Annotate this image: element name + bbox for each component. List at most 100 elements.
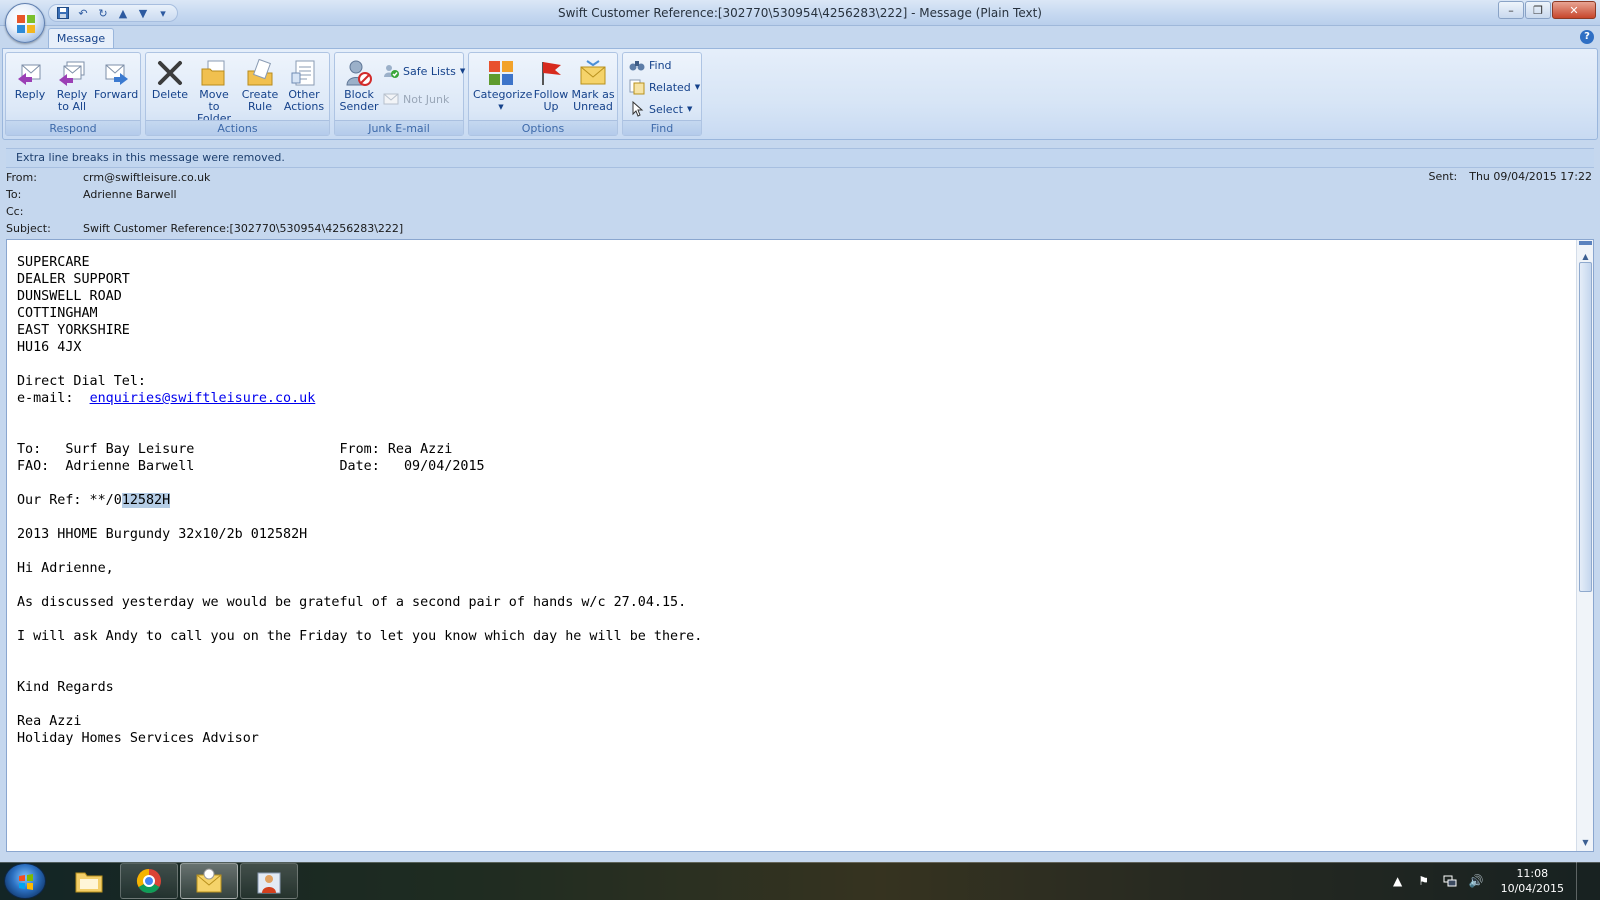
find-button[interactable]: Find [629, 55, 672, 75]
categorize-button[interactable]: Categorize ▼ [473, 57, 533, 119]
safe-lists-button[interactable]: Safe Lists ▼ [383, 61, 465, 81]
other-actions-icon [290, 59, 318, 87]
taskbar-explorer[interactable] [60, 863, 118, 899]
group-label-respond: Respond [6, 120, 140, 135]
chevron-down-icon: ▼ [686, 105, 693, 113]
ref-prefix: Our Ref: **/0 [17, 493, 122, 508]
show-desktop-button[interactable] [1576, 862, 1590, 900]
block-sender-label-2: Sender [339, 100, 379, 113]
select-button[interactable]: Select ▼ [629, 99, 692, 119]
clock-date: 10/04/2015 [1500, 882, 1564, 895]
follow-up-label-2: Up [543, 100, 559, 113]
address-line: HU16 4JX [17, 340, 82, 355]
window-controls: – ❐ ✕ [1498, 1, 1596, 19]
not-junk-button[interactable]: Not Junk [383, 89, 449, 109]
address-line: DUNSWELL ROAD [17, 289, 122, 304]
chrome-icon [134, 867, 164, 895]
taskbar-contacts[interactable] [240, 863, 298, 899]
move-to-folder-button[interactable]: Move to Folder [192, 57, 236, 125]
not-junk-icon [383, 91, 399, 107]
greeting: Hi Adrienne, [17, 561, 114, 576]
office-button[interactable] [5, 3, 45, 43]
move-to-folder-label-1: Move to [199, 88, 229, 113]
close-button[interactable]: ✕ [1552, 1, 1596, 19]
create-rule-button[interactable]: Create Rule [238, 57, 282, 119]
related-button[interactable]: Related ▼ [629, 77, 700, 97]
reply-icon [16, 59, 44, 87]
to-label: To: [6, 188, 22, 201]
group-find: Find Related ▼ Select ▼ Find [622, 52, 702, 136]
message-body[interactable]: SUPERCARE DEALER SUPPORT DUNSWELL ROAD C… [6, 239, 1594, 852]
volume-icon[interactable]: 🔊 [1469, 874, 1484, 888]
clock[interactable]: 11:08 10/04/2015 [1501, 866, 1564, 896]
block-sender-button[interactable]: Block Sender [337, 57, 381, 119]
taskbar-outlook[interactable] [180, 863, 238, 899]
email-label: e-mail: [17, 391, 90, 406]
related-icon [629, 79, 645, 95]
folder-icon [74, 867, 104, 895]
clock-time: 11:08 [1516, 867, 1549, 880]
group-options: Categorize ▼ Follow Up Mark as Unread Op… [468, 52, 618, 136]
mark-as-unread-button[interactable]: Mark as Unread [571, 57, 615, 119]
closing: Kind Regards [17, 680, 114, 695]
paragraph: As discussed yesterday we would be grate… [17, 595, 687, 610]
office-logo-icon [17, 15, 35, 33]
subject-value: Swift Customer Reference:[302770\530954\… [83, 222, 404, 235]
show-hidden-icon[interactable]: ▲ [1391, 874, 1405, 888]
help-icon[interactable]: ? [1580, 30, 1594, 44]
group-respond: Reply Reply to All Forward Respond [5, 52, 141, 136]
signature-title: Holiday Homes Services Advisor [17, 731, 259, 746]
outlook-icon [194, 867, 224, 895]
scroll-down-icon[interactable]: ▼ [1579, 836, 1592, 849]
reply-button[interactable]: Reply [8, 57, 52, 119]
scroll-thumb[interactable] [1579, 262, 1592, 592]
reply-all-label-2: to All [57, 100, 87, 113]
system-tray: ▲ ⚑ 🔊 11:08 10/04/2015 [1391, 862, 1600, 900]
email-link[interactable]: enquiries@swiftleisure.co.uk [90, 391, 316, 406]
direct-dial-line: Direct Dial Tel: [17, 374, 146, 389]
action-center-flag-icon[interactable]: ⚑ [1417, 874, 1431, 888]
fao-date-line: FAO: Adrienne Barwell Date: 09/04/2015 [17, 459, 485, 474]
delete-button[interactable]: Delete [148, 57, 192, 119]
forward-label: Forward [94, 88, 139, 101]
taskbar-chrome[interactable] [120, 863, 178, 899]
maximize-button[interactable]: ❐ [1525, 1, 1551, 19]
to-value[interactable]: Adrienne Barwell [83, 187, 177, 203]
reply-all-button[interactable]: Reply to All [50, 57, 94, 119]
address-line: COTTINGHAM [17, 306, 98, 321]
start-button[interactable] [4, 863, 46, 899]
safe-lists-icon [383, 63, 399, 79]
ribbon: Reply Reply to All Forward Respond Delet… [2, 48, 1598, 140]
group-junk-email: Block Sender Safe Lists ▼ Not Junk Junk … [334, 52, 465, 136]
other-actions-button[interactable]: Other Actions [282, 57, 326, 119]
group-actions: Delete Move to Folder Create Rule Other … [145, 52, 330, 136]
find-label: Find [649, 58, 672, 72]
info-bar[interactable]: Extra line breaks in this message were r… [6, 148, 1594, 168]
split-handle[interactable] [1579, 241, 1592, 245]
from-value[interactable]: crm@swiftleisure.co.uk [83, 170, 210, 186]
block-sender-icon [345, 59, 373, 87]
network-icon[interactable] [1443, 874, 1457, 888]
categorize-label: Categorize [473, 88, 533, 101]
related-label: Related [649, 80, 691, 94]
address-line: SUPERCARE [17, 255, 90, 270]
vertical-scrollbar[interactable]: ▲ ▼ [1576, 240, 1593, 851]
minimize-button[interactable]: – [1498, 1, 1524, 19]
mark-as-unread-label-2: Unread [573, 100, 613, 113]
forward-button[interactable]: Forward [94, 57, 138, 119]
sent-label: Sent: [1428, 170, 1458, 183]
cursor-icon [629, 100, 645, 117]
window-title: Swift Customer Reference:[302770\530954\… [557, 6, 1042, 20]
tab-message[interactable]: Message [48, 28, 114, 49]
ref-selected-text: 12582H [121, 493, 171, 508]
select-label: Select [649, 102, 683, 116]
group-label-junk-email: Junk E-mail [335, 120, 463, 135]
message-text[interactable]: SUPERCARE DEALER SUPPORT DUNSWELL ROAD C… [17, 254, 1557, 747]
sent-info: Sent: Thu 09/04/2015 17:22 [1428, 170, 1592, 183]
chevron-down-icon: ▼ [498, 103, 504, 111]
taskbar: ▲ ⚑ 🔊 11:08 10/04/2015 [0, 862, 1600, 900]
follow-up-button[interactable]: Follow Up [529, 57, 573, 119]
create-rule-icon [246, 58, 274, 87]
reply-all-icon [58, 59, 86, 87]
delete-icon [156, 59, 184, 87]
